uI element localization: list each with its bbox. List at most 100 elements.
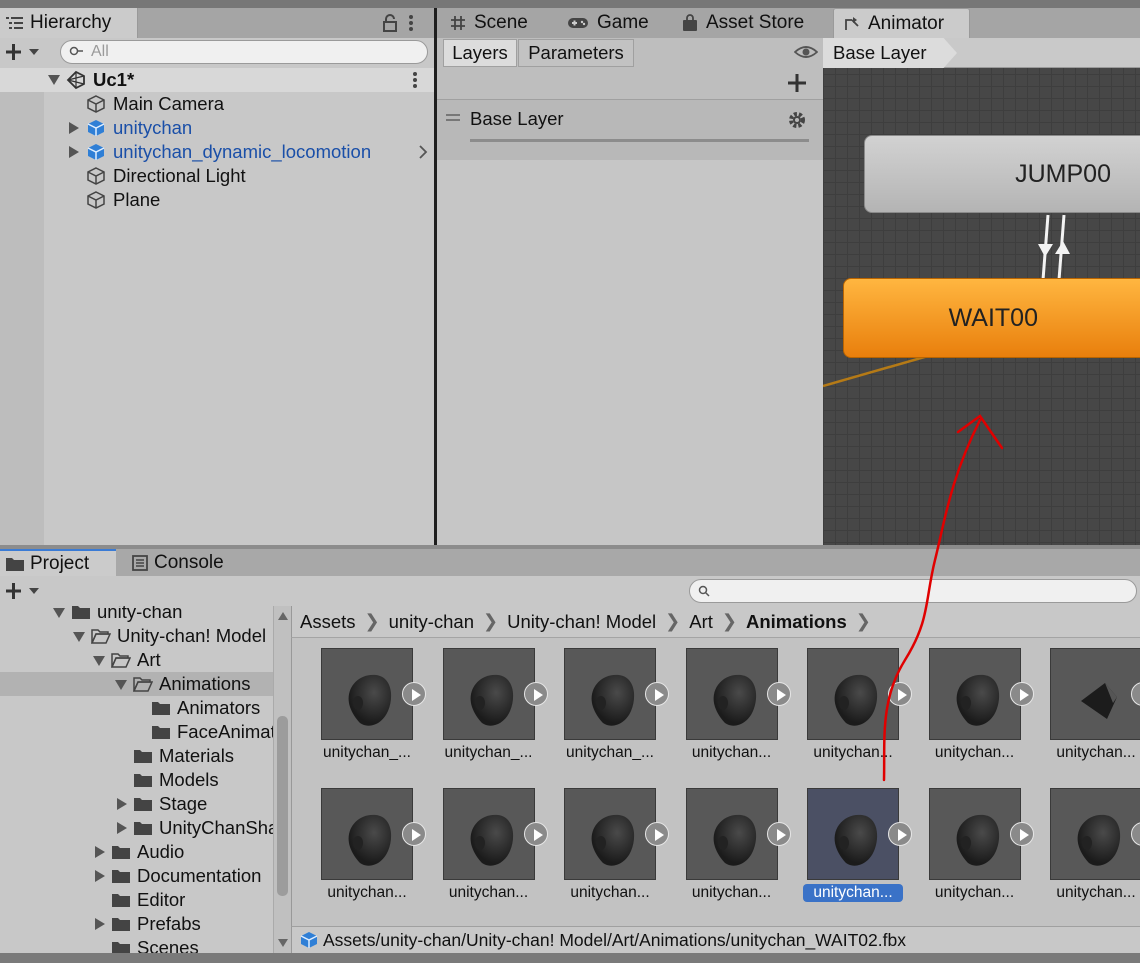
breadcrumb-item[interactable]: Unity-chan! Model ❯ — [507, 611, 689, 633]
scene-row[interactable]: Uc1* — [0, 68, 434, 92]
subtab-parameters[interactable]: Parameters — [518, 39, 634, 67]
chevron-right-icon: ❯ — [721, 611, 737, 631]
project-tree-item[interactable]: Animations — [0, 672, 273, 696]
play-preview-icon[interactable] — [888, 822, 912, 846]
play-preview-icon[interactable] — [1009, 822, 1034, 846]
asset-thumbnail[interactable] — [685, 788, 778, 880]
kebab-menu-icon[interactable] — [408, 14, 414, 32]
hierarchy-item-label: unitychan_dynamic_locomotion — [113, 141, 372, 162]
expand-arrow-icon[interactable] — [53, 608, 65, 618]
play-preview-icon[interactable] — [523, 682, 548, 706]
asset-thumbnail[interactable] — [685, 648, 778, 740]
tree-scrollbar[interactable] — [273, 606, 291, 953]
expand-arrow-icon[interactable] — [48, 75, 60, 85]
drag-handle-icon[interactable] — [446, 114, 460, 122]
eye-icon[interactable] — [794, 44, 818, 60]
project-tree-item[interactable]: Stage — [0, 792, 273, 816]
asset-thumbnail[interactable] — [928, 788, 1021, 880]
play-preview-icon[interactable] — [645, 682, 669, 706]
add-icon[interactable] — [5, 43, 41, 61]
play-preview-icon[interactable] — [766, 822, 791, 846]
project-search-field[interactable] — [689, 579, 1137, 603]
play-preview-icon[interactable] — [1009, 682, 1034, 706]
asset-thumbnail[interactable] — [807, 788, 899, 880]
breadcrumb-item[interactable]: Assets ❯ — [300, 611, 389, 633]
asset-thumbnail[interactable] — [564, 788, 656, 880]
breadcrumb-item-current[interactable]: Animations ❯ — [746, 611, 880, 633]
animator-graph[interactable]: Base Layer JUMP00 WAIT00 — [823, 38, 1140, 545]
play-preview-icon[interactable] — [766, 682, 791, 706]
play-preview-icon[interactable] — [523, 822, 548, 846]
tab-game[interactable]: Game — [557, 8, 659, 38]
expand-arrow-icon[interactable] — [95, 846, 105, 858]
tab-scene[interactable]: Scene — [440, 8, 538, 38]
subtab-layers[interactable]: Layers — [443, 39, 517, 67]
tab-label: Game — [597, 12, 649, 33]
asset-thumbnail[interactable] — [442, 788, 535, 880]
hierarchy-search-field[interactable]: All — [60, 40, 428, 64]
tab-label: Asset Store — [706, 12, 805, 33]
expand-arrow-icon[interactable] — [93, 656, 105, 666]
hierarchy-item-unitychan[interactable]: unitychan — [0, 116, 434, 140]
add-icon[interactable] — [5, 582, 41, 600]
expand-arrow-icon[interactable] — [117, 822, 127, 834]
add-layer-icon[interactable] — [787, 73, 807, 93]
asset-thumbnail[interactable] — [321, 648, 413, 740]
prefab-cube-icon — [86, 118, 106, 138]
gameobject-cube-icon — [86, 166, 106, 186]
lock-icon[interactable] — [382, 14, 398, 32]
hierarchy-item-plane[interactable]: Plane — [0, 188, 434, 212]
expand-arrow-icon[interactable] — [115, 680, 127, 690]
hierarchy-item-unitychan-dynamic-locomotion[interactable]: unitychan_dynamic_locomotion — [0, 140, 434, 164]
state-node-wait00[interactable]: WAIT00 — [843, 278, 1140, 358]
asset-thumbnail[interactable] — [442, 648, 535, 740]
project-tree-item[interactable]: unity-chan — [0, 606, 273, 624]
asset-thumbnail[interactable] — [1050, 648, 1140, 740]
expand-arrow-icon[interactable] — [95, 870, 105, 882]
asset-thumbnail[interactable] — [807, 648, 899, 740]
expand-arrow-icon[interactable] — [69, 146, 79, 158]
asset-thumbnail[interactable] — [928, 648, 1021, 740]
hierarchy-item-directional-light[interactable]: Directional Light — [0, 164, 434, 188]
scroll-down-icon[interactable] — [278, 939, 288, 947]
project-tree-item[interactable]: Scenes — [0, 936, 273, 953]
play-preview-icon[interactable] — [402, 822, 426, 846]
project-tree-item[interactable]: Art — [0, 648, 273, 672]
expand-arrow-icon[interactable] — [95, 918, 105, 930]
scroll-thumb[interactable] — [277, 716, 288, 896]
project-tree-item[interactable]: Materials — [0, 744, 273, 768]
hierarchy-tab[interactable]: Hierarchy — [0, 8, 138, 38]
tab-animator[interactable]: Animator — [833, 8, 970, 38]
scene-kebab-icon[interactable] — [412, 71, 418, 89]
tab-console[interactable]: Console — [124, 549, 244, 576]
project-tree-item[interactable]: Audio — [0, 840, 273, 864]
expand-arrow-icon[interactable] — [69, 122, 79, 134]
project-tree-item[interactable]: Models — [0, 768, 273, 792]
breadcrumb-item[interactable]: unity-chan ❯ — [389, 611, 507, 633]
state-node-jump00[interactable]: JUMP00 — [864, 135, 1140, 213]
tab-project[interactable]: Project — [0, 549, 116, 576]
asset-thumbnail[interactable] — [1050, 788, 1140, 880]
state-label: WAIT00 — [948, 303, 1038, 332]
project-tree-item[interactable]: Editor — [0, 888, 273, 912]
expand-arrow-icon[interactable] — [73, 632, 85, 642]
play-preview-icon[interactable] — [402, 682, 426, 706]
layer-row-base[interactable]: Base Layer — [437, 100, 823, 160]
project-tree-item[interactable]: Prefabs — [0, 912, 273, 936]
breadcrumb-item[interactable]: Art ❯ — [689, 611, 746, 633]
scroll-up-icon[interactable] — [278, 612, 288, 620]
project-tree-item[interactable]: Documentation — [0, 864, 273, 888]
play-preview-icon[interactable] — [645, 822, 669, 846]
expand-arrow-icon[interactable] — [117, 798, 127, 810]
asset-thumbnail[interactable] — [321, 788, 413, 880]
tab-asset-store[interactable]: Asset Store — [672, 8, 814, 38]
project-tree-item[interactable]: FaceAnimatio — [0, 720, 290, 744]
gear-icon[interactable] — [787, 110, 807, 130]
project-tree-item[interactable]: UnityChanShad — [0, 816, 289, 840]
project-tree-item[interactable]: Animators — [0, 696, 273, 720]
chevron-right-icon[interactable] — [418, 145, 428, 159]
asset-thumbnail[interactable] — [564, 648, 656, 740]
hierarchy-item-main-camera[interactable]: Main Camera — [0, 92, 434, 116]
play-preview-icon[interactable] — [888, 682, 912, 706]
project-tree-item[interactable]: Unity-chan! Model — [0, 624, 273, 648]
